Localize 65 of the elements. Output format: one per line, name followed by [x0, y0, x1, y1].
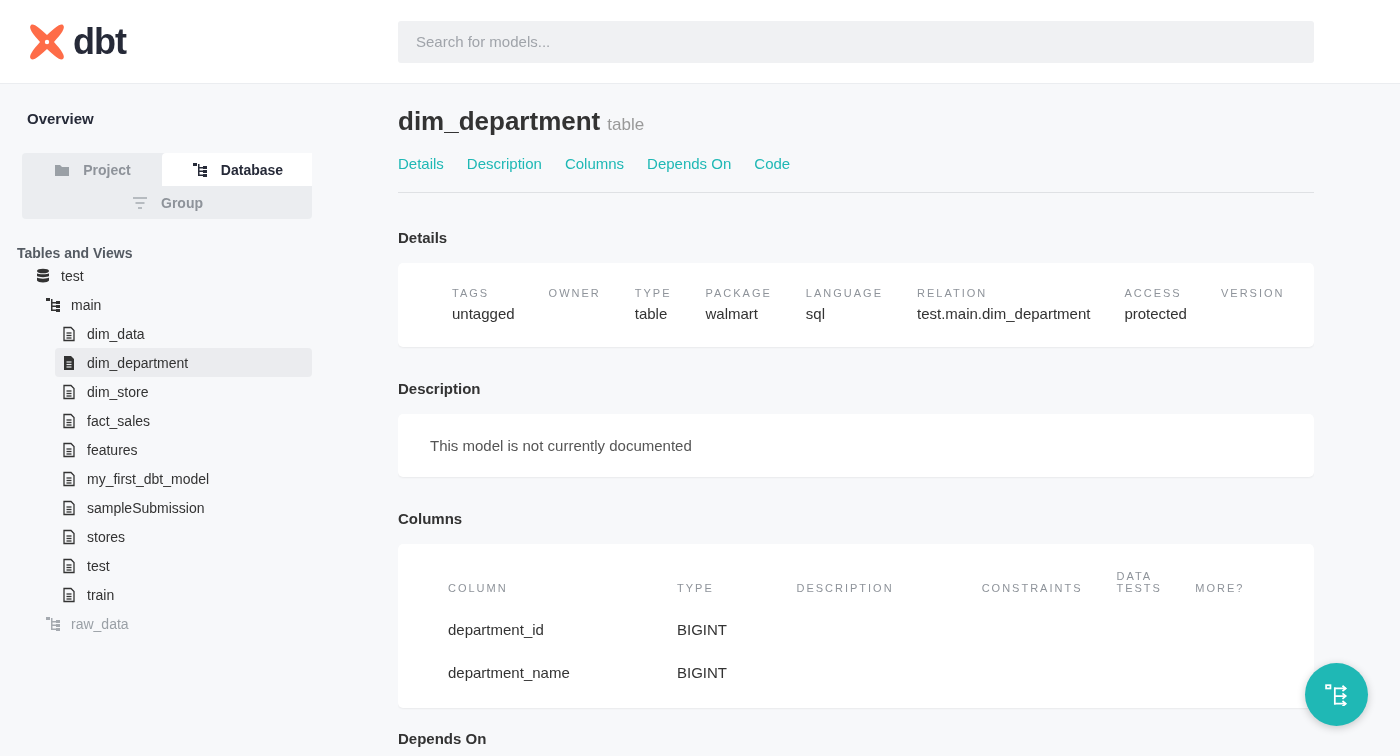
section-heading: Tables and Views [17, 245, 134, 261]
sidebar-heading: Overview [26, 110, 95, 127]
tree-item[interactable]: train [55, 580, 312, 609]
column-header: COLUMN [448, 570, 677, 608]
tree-item[interactable]: test [55, 551, 312, 580]
logo-text: dbt [73, 20, 126, 63]
search-field[interactable]: Search for models... [398, 20, 1314, 63]
field-value: sql [805, 305, 827, 323]
tree-item[interactable]: features [55, 435, 312, 464]
field-value: test.main.dim_department [917, 305, 1091, 323]
field-value: untagged [452, 305, 515, 323]
model-type: table [607, 115, 645, 135]
column-header: DATA TESTS [1116, 570, 1163, 596]
database-icon [35, 267, 51, 284]
column-header: CONSTRAINTS [981, 570, 1117, 608]
column-header: DESCRIPTION [796, 570, 982, 608]
tree-icon [45, 615, 61, 632]
document-icon [61, 383, 77, 400]
lineage-button[interactable] [1305, 663, 1368, 726]
tree-icon [190, 161, 209, 178]
document-icon [61, 441, 77, 458]
section-heading: Details [398, 229, 449, 246]
tree-item[interactable]: fact_sales [55, 406, 312, 435]
table-cell-text: BIGINT [677, 620, 728, 640]
section-heading: Description [398, 380, 482, 397]
tree-icon [1324, 683, 1349, 706]
field-value: table [634, 305, 669, 323]
tree-item[interactable]: dim_department [55, 348, 312, 377]
field-label: RELATION [917, 287, 989, 299]
section-heading: Depends On [398, 730, 488, 747]
tree-item[interactable]: dim_store [55, 377, 312, 406]
table-cell-text: BIGINT [677, 663, 728, 683]
field-label: TYPE [634, 287, 672, 299]
table-cell-text: department_id [448, 620, 545, 640]
document-icon [61, 528, 77, 545]
model-title: dim_department [398, 106, 601, 137]
table-cell-text: department_name [448, 663, 571, 683]
document-icon [61, 470, 77, 487]
document-icon [61, 325, 77, 342]
column-header: TYPE [677, 581, 715, 596]
field-value: protected [1124, 305, 1187, 323]
column-header: MORE? [1195, 581, 1246, 596]
tree-item[interactable]: my_first_dbt_model [55, 464, 312, 493]
tree-item[interactable]: test [35, 261, 292, 290]
field-label: VERSION [1220, 287, 1285, 299]
field-value: walmart [705, 305, 759, 323]
tree-item[interactable]: stores [55, 522, 312, 551]
field-label: TAGS [452, 287, 491, 299]
tree-icon [45, 296, 61, 313]
document-icon [61, 412, 77, 429]
field-label: PACKAGE [705, 287, 772, 299]
description-text: This model is not currently documented [398, 414, 1314, 477]
field-label: ACCESS [1124, 287, 1183, 299]
document-icon [61, 586, 77, 603]
field-label: OWNER [548, 287, 601, 299]
view-tab[interactable]: Database [162, 153, 312, 186]
tree-item[interactable]: dim_data [55, 319, 312, 348]
document-icon [61, 354, 77, 371]
document-icon [61, 557, 77, 574]
document-icon [61, 499, 77, 516]
filter-icon [131, 194, 149, 211]
field-label: LANGUAGE [805, 287, 883, 299]
tree-item[interactable]: sampleSubmission [55, 493, 312, 522]
tree-item[interactable]: main [45, 290, 302, 319]
section-heading: Columns [398, 510, 464, 527]
